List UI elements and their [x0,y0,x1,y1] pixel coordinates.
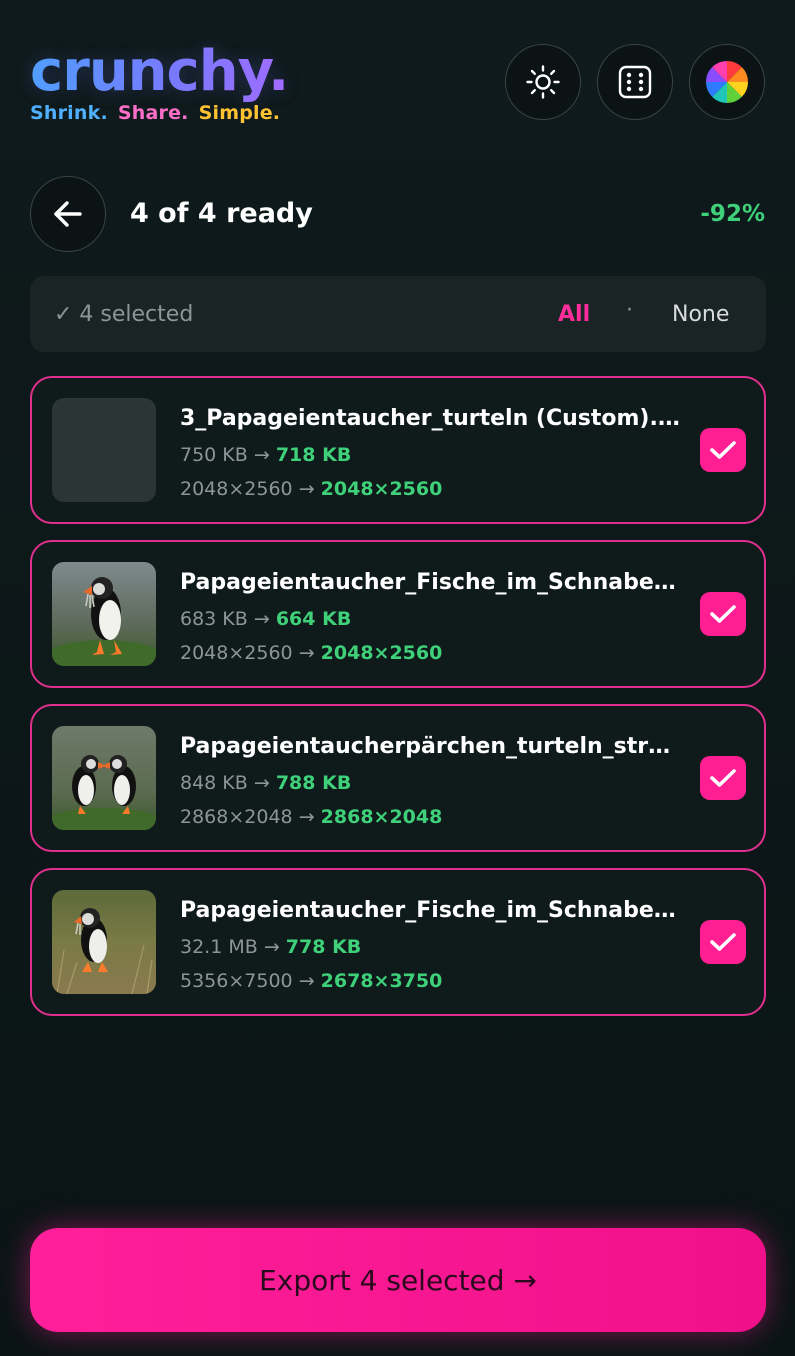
selected-count: ✓ 4 selected [54,302,194,327]
file-dimension-change: 2048×2560 → 2048×2560 [180,642,442,664]
puffin-pair-photo-image [52,726,156,830]
brand: crunchy. Shrink. Share. Simple. [30,39,290,125]
ready-status: 4 of 4 ready [130,198,313,229]
arrow-left-icon [54,201,82,227]
file-size-change: 32.1 MB → 778 KB [180,936,361,958]
tagline-shrink: Shrink. [30,102,108,124]
size-new: 778 KB [285,936,362,958]
size-new: 718 KB [275,444,352,466]
dim-old: 5356×7500 [180,970,293,992]
separator-dot: · [626,298,633,323]
savings-percent: -92% [700,201,765,227]
size-new: 788 KB [275,772,352,794]
checkmark-icon [710,605,736,623]
arrow: → [298,642,315,664]
file-name: Papageientaucher_Fische_im_Schnabel_r... [180,898,680,923]
file-thumbnail [52,726,156,830]
puffin-photo-image [52,562,156,666]
file-name: 3_Papageientaucher_turteln (Custom).jpg [180,406,680,431]
arrow: → [253,608,270,630]
sun-icon [526,65,560,99]
file-thumbnail-placeholder [52,398,156,502]
select-none-button[interactable]: None [672,302,729,327]
file-card[interactable]: Papageientaucher_Fische_im_Schnabel2 ...… [30,540,766,688]
export-button[interactable]: Export 4 selected → [30,1228,766,1332]
select-checkbox[interactable] [700,592,746,636]
checkmark-icon [710,933,736,951]
color-picker-button[interactable] [689,44,765,120]
file-dimension-change: 5356×7500 → 2678×3750 [180,970,442,992]
file-dimension-change: 2868×2048 → 2868×2048 [180,806,442,828]
size-old: 32.1 MB [180,936,258,958]
arrow: → [298,478,315,500]
dice-icon [618,65,652,99]
checkmark-icon [710,441,736,459]
dim-old: 2048×2560 [180,642,293,664]
file-card[interactable]: 3_Papageientaucher_turteln (Custom).jpg … [30,376,766,524]
tagline-simple: Simple. [198,102,281,124]
dim-old: 2048×2560 [180,478,293,500]
size-old: 848 KB [180,772,248,794]
arrow: → [298,806,315,828]
file-size-change: 848 KB → 788 KB [180,772,351,794]
arrow: → [298,970,315,992]
select-checkbox[interactable] [700,428,746,472]
file-dimension-change: 2048×2560 → 2048×2560 [180,478,442,500]
arrow: → [253,444,270,466]
dim-old: 2868×2048 [180,806,293,828]
random-button[interactable] [597,44,673,120]
arrow: → [253,772,270,794]
file-card[interactable]: Papageientaucherpärchen_turteln_streit..… [30,704,766,852]
file-card[interactable]: Papageientaucher_Fische_im_Schnabel_r...… [30,868,766,1016]
arrow: → [263,936,280,958]
dim-new: 2048×2560 [320,478,443,500]
theme-toggle-button[interactable] [505,44,581,120]
file-thumbnail [52,890,156,994]
back-button[interactable] [30,176,106,252]
app-logo: crunchy. [30,39,289,104]
size-old: 683 KB [180,608,248,630]
tagline-share: Share. [117,102,189,124]
select-all-button[interactable]: All [558,302,590,327]
file-size-change: 750 KB → 718 KB [180,444,351,466]
app-screen: crunchy. Shrink. Share. Simple. 4 of 4 r… [0,0,795,1356]
tagline: Shrink. Share. Simple. [30,102,290,124]
file-thumbnail [52,562,156,666]
dim-new: 2048×2560 [320,642,443,664]
select-checkbox[interactable] [700,920,746,964]
file-size-change: 683 KB → 664 KB [180,608,351,630]
dim-new: 2868×2048 [320,806,443,828]
file-name: Papageientaucherpärchen_turteln_streit..… [180,734,680,759]
file-name: Papageientaucher_Fische_im_Schnabel2 ... [180,570,680,595]
select-checkbox[interactable] [700,756,746,800]
size-old: 750 KB [180,444,248,466]
size-new: 664 KB [275,608,352,630]
checkmark-icon [710,769,736,787]
selection-bar: ✓ 4 selected All · None [30,276,766,352]
color-wheel-icon [706,61,748,103]
dim-new: 2678×3750 [320,970,443,992]
puffin-grass-photo-image [52,890,156,994]
